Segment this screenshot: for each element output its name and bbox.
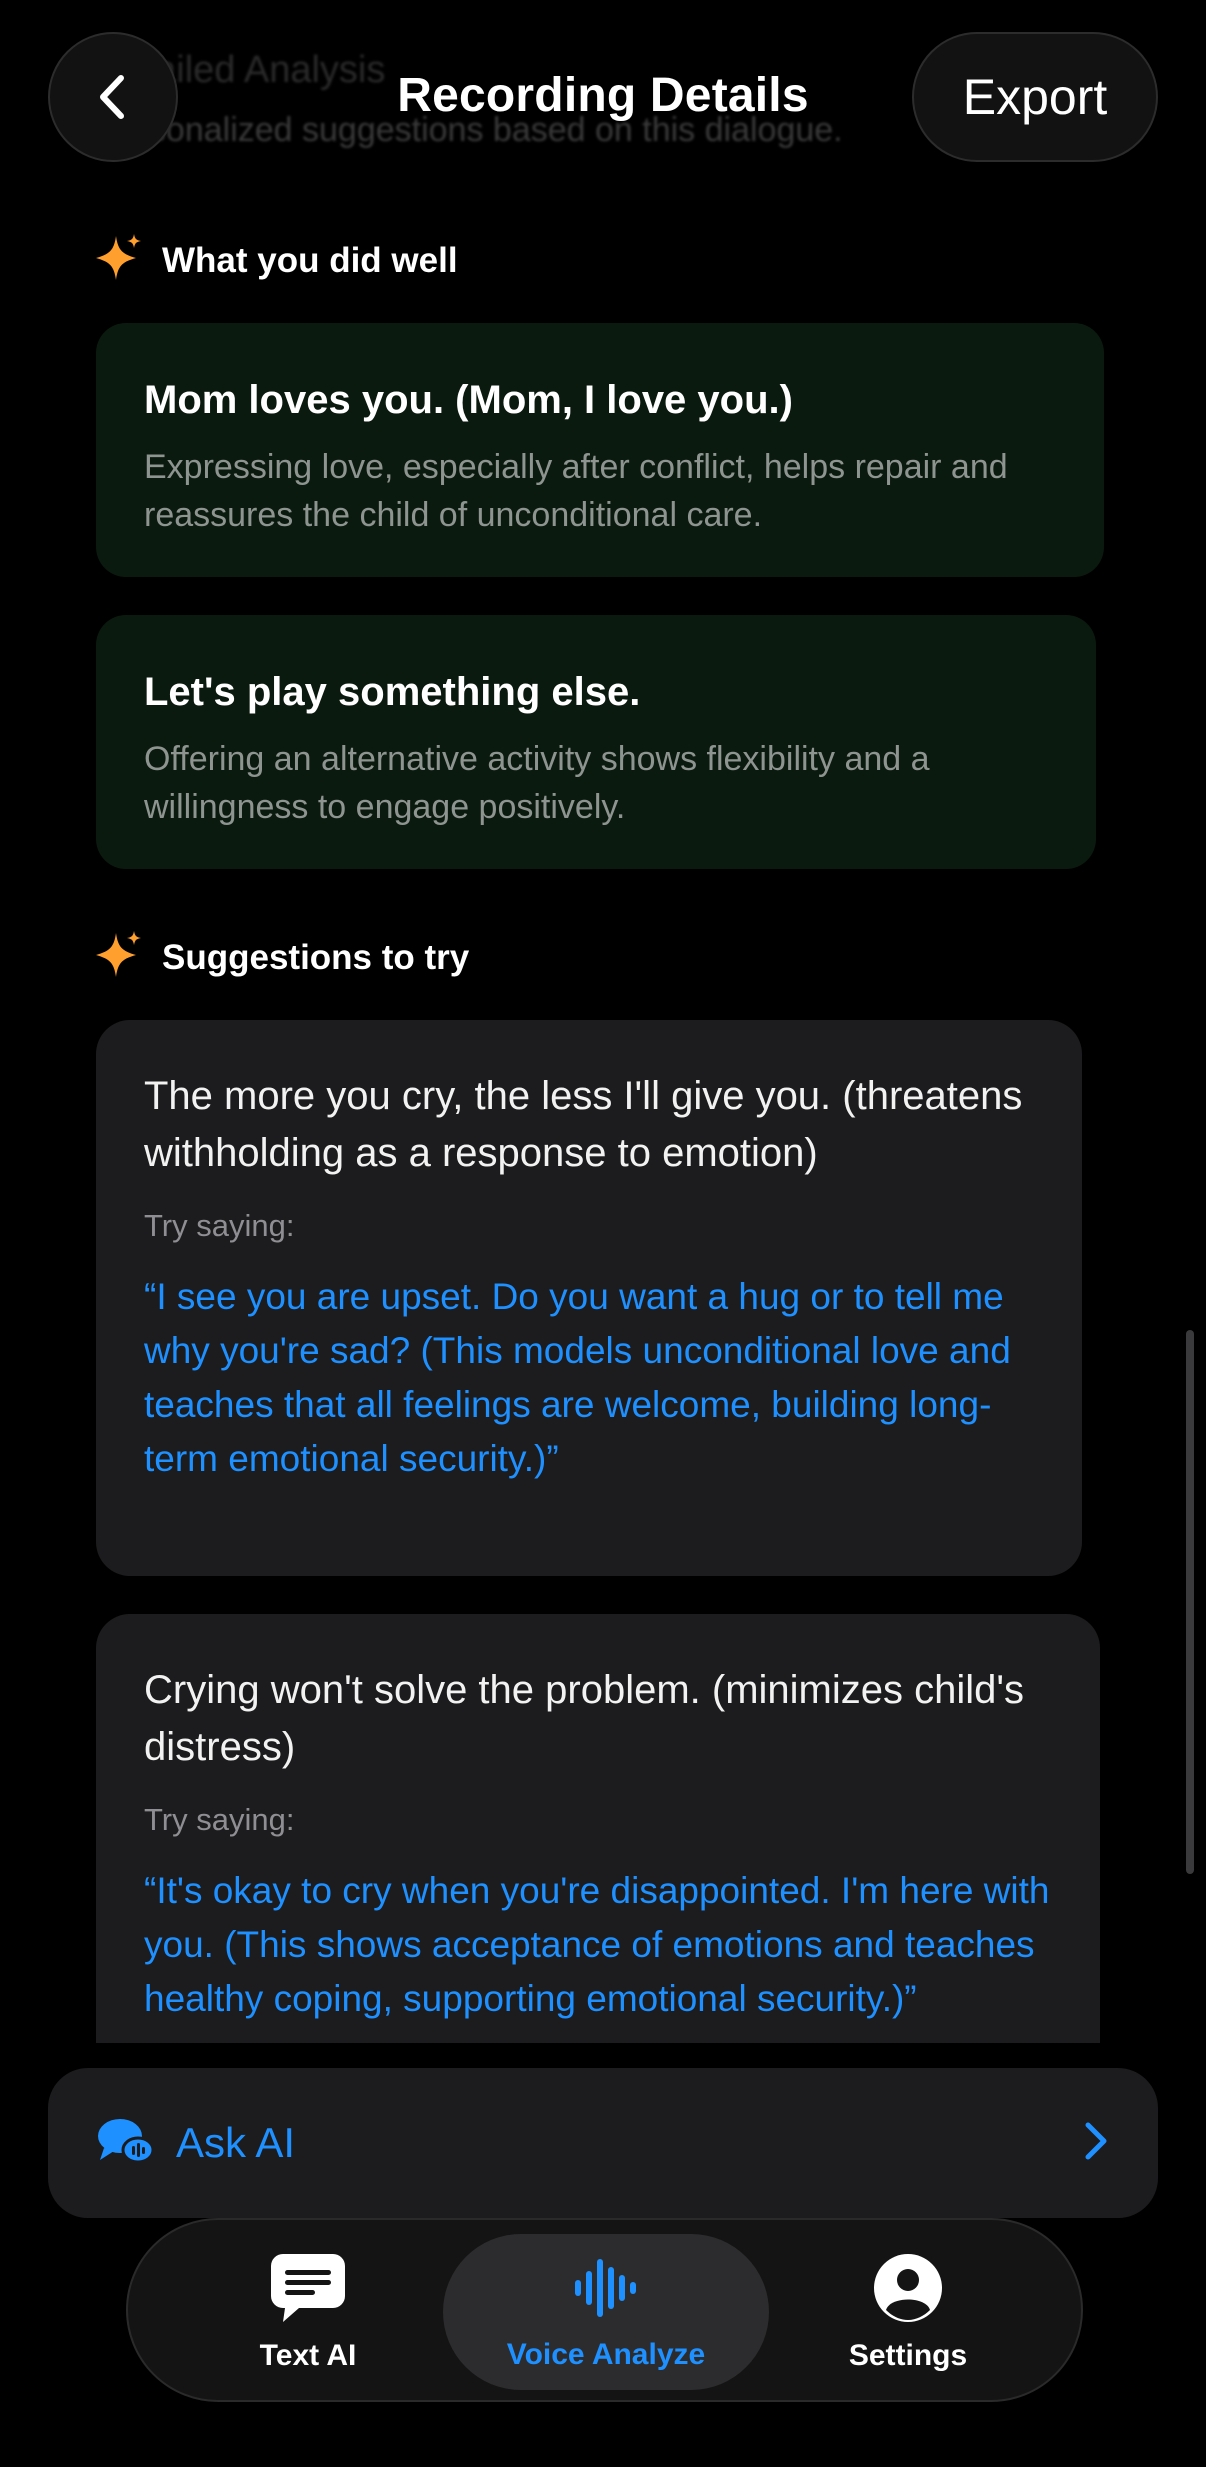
tab-bar: Text AI Voice Analyze Settings [126,2218,1083,2402]
export-button[interactable]: Export [912,32,1158,162]
waveform-icon [571,2253,641,2328]
sparkle-icon [96,929,142,986]
original-quote: The more you cry, the less I'll give you… [144,1074,1023,1175]
card-title: Mom loves you. (Mom, I love you.) [144,378,793,422]
tab-settings[interactable]: Settings [788,2234,1028,2390]
did-well-card: Let's play something else. Offering an a… [96,615,1096,869]
suggestions-heading: Suggestions to try [96,929,469,986]
scroll-content[interactable]: Detailed Analysis Personalized suggestio… [0,0,1206,2043]
chevron-right-icon [1080,2119,1110,2168]
suggestion-card: Crying won't solve the problem. (minimiz… [96,1614,1100,2043]
try-saying-label: Try saying: [144,1208,295,1243]
chat-bubble-icon [269,2252,347,2329]
sparkle-icon [96,232,142,289]
tab-text-ai[interactable]: Text AI [188,2234,428,2390]
did-well-heading: What you did well [96,232,458,289]
tab-label: Voice Analyze [506,2337,706,2371]
tab-label: Settings [848,2338,968,2372]
ask-ai-label: Ask AI [176,2119,296,2166]
chat-bubbles-icon [96,2116,155,2171]
ask-ai-button[interactable]: Ask AI [48,2068,1158,2218]
try-saying-text: “I see you are upset. Do you want a hug … [144,1276,1011,1479]
tab-label: Text AI [259,2338,357,2372]
did-well-card: Mom loves you. (Mom, I love you.) Expres… [96,323,1104,577]
section-label: Suggestions to try [162,937,470,977]
tab-voice-analyze[interactable]: Voice Analyze [443,2234,769,2390]
original-quote: Crying won't solve the problem. (minimiz… [144,1668,1025,1769]
card-description: Expressing love, especially after confli… [144,448,1008,534]
card-title: Let's play something else. [144,670,641,714]
section-label: What you did well [162,240,458,280]
scrollbar[interactable] [1186,1330,1194,1874]
suggestion-card: The more you cry, the less I'll give you… [96,1020,1082,1576]
try-saying-text: “It's okay to cry when you're disappoint… [144,1870,1050,2019]
card-description: Offering an alternative activity shows f… [144,740,930,826]
person-circle-icon [872,2252,944,2329]
try-saying-label: Try saying: [144,1802,295,1837]
